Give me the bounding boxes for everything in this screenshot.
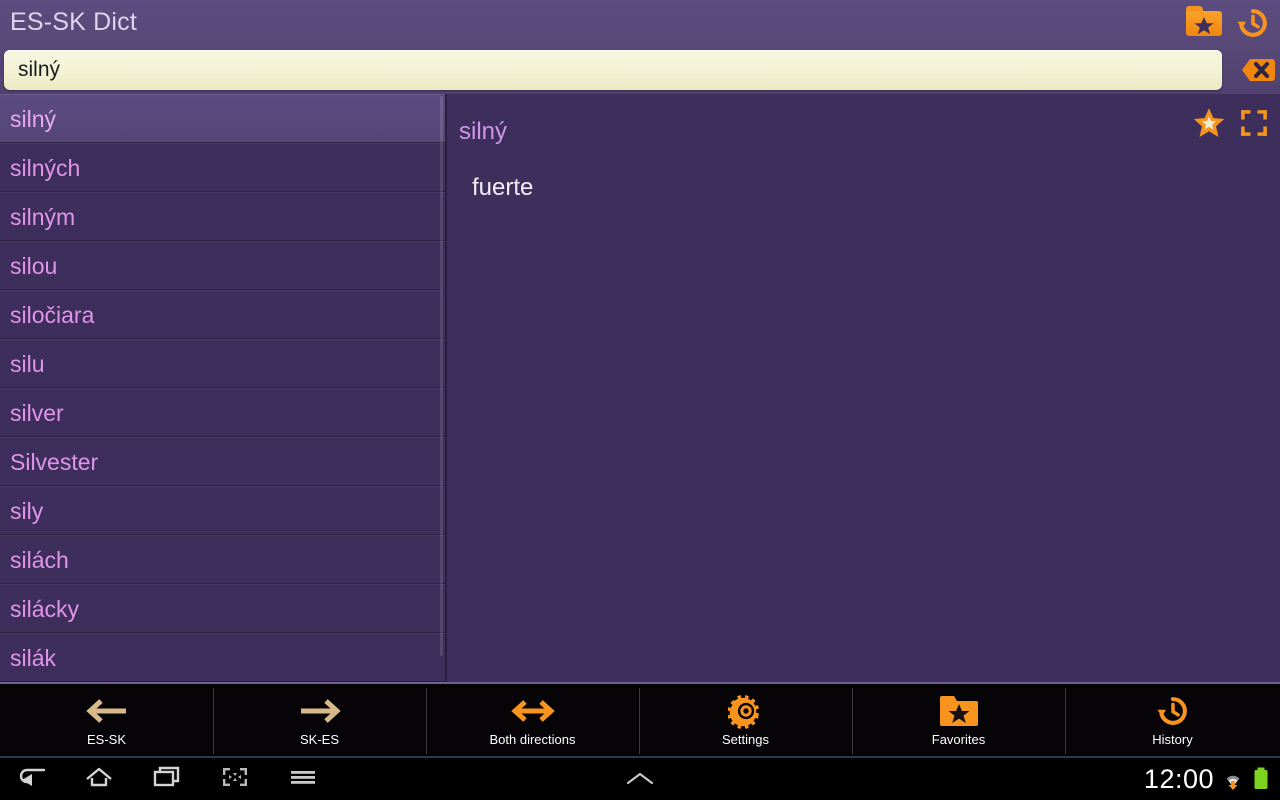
search-field-wrapper xyxy=(4,50,1222,90)
arrow-both-icon xyxy=(509,694,557,728)
arrow-left-icon xyxy=(85,694,129,728)
star-icon xyxy=(1194,16,1214,35)
toolbar-item-settings[interactable]: Settings xyxy=(639,684,852,756)
nav-expand-button[interactable] xyxy=(622,758,658,800)
chevron-up-icon xyxy=(626,772,654,785)
page-title: ES-SK Dict xyxy=(10,8,138,36)
list-scrollbar[interactable] xyxy=(440,96,443,656)
back-icon xyxy=(19,768,46,786)
toolbar-item-label: Favorites xyxy=(931,731,986,747)
home-icon xyxy=(86,767,112,786)
screenshot-icon xyxy=(223,767,247,786)
toolbar-item-label: ES-SK xyxy=(86,731,126,747)
android-navigation-bar: 12:00 xyxy=(0,758,1280,800)
list-item-label: siločiara xyxy=(10,302,95,328)
nav-back-button[interactable] xyxy=(16,764,46,795)
list-item[interactable]: silách xyxy=(0,535,445,584)
app-toolbar: ES-SK SK-ES Both directions Settings Fav… xyxy=(0,682,1280,758)
main-content: silný silných silným silou siločiara sil… xyxy=(0,94,1280,682)
list-item-label: silou xyxy=(10,253,58,279)
list-item[interactable]: silver xyxy=(0,388,445,437)
detail-translation: fuerte xyxy=(472,174,534,201)
fullscreen-button[interactable] xyxy=(1240,109,1268,142)
wifi-icon xyxy=(1226,775,1240,790)
toolbar-item-history[interactable]: History xyxy=(1065,684,1280,756)
nav-menu-button[interactable] xyxy=(288,764,318,795)
toolbar-item-label: SK-ES xyxy=(299,731,339,747)
detail-headword: silný xyxy=(459,118,508,145)
toolbar-item-es-sk[interactable]: ES-SK xyxy=(0,684,213,756)
list-item[interactable]: silných xyxy=(0,143,445,192)
nav-home-button[interactable] xyxy=(84,764,114,795)
nav-screenshot-button[interactable] xyxy=(220,764,250,795)
toolbar-item-label: Both directions xyxy=(489,731,576,747)
status-icons: 12:00 xyxy=(1144,758,1270,800)
detail-actions xyxy=(1193,108,1268,143)
menu-icon xyxy=(291,770,315,784)
list-item-label: Silvester xyxy=(10,449,99,475)
list-item-label: silách xyxy=(10,547,69,573)
arrow-right-icon xyxy=(298,694,342,728)
nav-buttons xyxy=(16,758,318,800)
list-item-label: silných xyxy=(10,155,81,181)
list-item-label: silák xyxy=(10,645,57,671)
list-item[interactable]: silou xyxy=(0,241,445,290)
list-item-label: silný xyxy=(10,106,57,132)
toolbar-item-label: Settings xyxy=(722,731,769,747)
gear-icon xyxy=(727,694,764,729)
fullscreen-expand-icon xyxy=(1241,110,1267,136)
list-item[interactable]: silným xyxy=(0,192,445,241)
detail-panel: silný fuerte xyxy=(449,94,1280,682)
favorites-icon[interactable] xyxy=(1184,4,1224,40)
app-header: ES-SK Dict xyxy=(0,0,1280,94)
list-item-label: silu xyxy=(10,351,45,377)
star-icon xyxy=(1193,108,1225,138)
battery-icon xyxy=(1254,767,1268,789)
list-item-label: silácky xyxy=(10,596,80,622)
header-actions xyxy=(1184,4,1274,40)
list-item[interactable]: silný xyxy=(0,94,445,143)
word-list[interactable]: silný silných silným silou siločiara sil… xyxy=(0,94,447,682)
folder-star-icon xyxy=(1184,4,1224,38)
list-item[interactable]: Silvester xyxy=(0,437,445,486)
toolbar-item-favorites[interactable]: Favorites xyxy=(852,684,1065,756)
app-root: ES-SK Dict silný silný silných silným si… xyxy=(0,0,1280,800)
list-item[interactable]: sily xyxy=(0,486,445,535)
list-item-label: sily xyxy=(10,498,44,524)
list-item[interactable]: silu xyxy=(0,339,445,388)
toolbar-item-label: History xyxy=(1152,731,1193,747)
history-icon[interactable] xyxy=(1234,4,1274,40)
add-to-favorites-button[interactable] xyxy=(1193,108,1225,143)
search-input[interactable] xyxy=(4,50,1222,90)
nav-recents-button[interactable] xyxy=(152,764,182,795)
history-clock-icon xyxy=(1237,9,1267,37)
history-clock-icon xyxy=(1154,694,1192,728)
clear-backspace-icon xyxy=(1242,59,1275,81)
list-item[interactable]: silák xyxy=(0,633,445,682)
toolbar-item-sk-es[interactable]: SK-ES xyxy=(213,684,426,756)
folder-star-icon xyxy=(939,694,979,728)
status-clock: 12:00 xyxy=(1143,763,1214,794)
recent-apps-icon xyxy=(153,766,180,786)
list-item-label: silným xyxy=(10,204,76,230)
toolbar-item-both-directions[interactable]: Both directions xyxy=(426,684,639,756)
list-item[interactable]: silácky xyxy=(0,584,445,633)
list-item-label: silver xyxy=(10,400,64,426)
list-item[interactable]: siločiara xyxy=(0,290,445,339)
clear-search-button[interactable] xyxy=(1228,52,1276,88)
